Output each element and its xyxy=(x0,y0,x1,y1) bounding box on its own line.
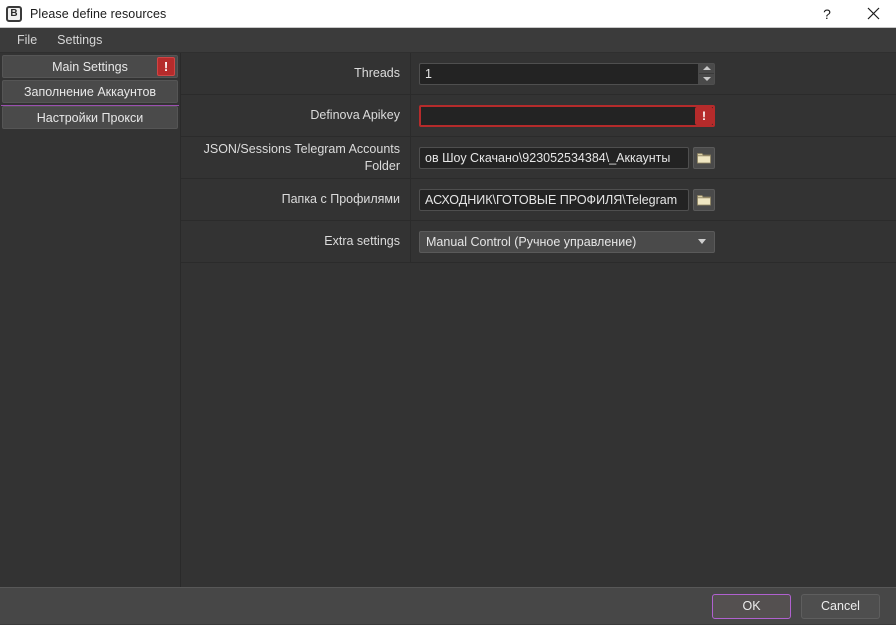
sidebar-item-main-settings[interactable]: Main Settings ! xyxy=(2,55,178,78)
sidebar-item-label: Main Settings xyxy=(52,59,128,74)
threads-spinner[interactable] xyxy=(698,63,714,84)
label-extra-settings: Extra settings xyxy=(181,221,411,262)
help-button[interactable]: ? xyxy=(804,0,850,28)
folder-icon xyxy=(697,194,711,205)
cancel-button[interactable]: Cancel xyxy=(801,593,880,619)
form-row-accounts-folder: JSON/Sessions Telegram Accounts Folder xyxy=(181,137,896,179)
sidebar-item-label: Настройки Прокси xyxy=(36,110,144,125)
accounts-folder-input[interactable] xyxy=(419,146,689,169)
accounts-folder-browse-button[interactable] xyxy=(693,146,715,169)
sidebar-item-proxy-settings[interactable]: Настройки Прокси xyxy=(2,106,178,129)
field-accounts-folder xyxy=(411,137,896,178)
threads-input[interactable] xyxy=(419,62,715,85)
spinner-down-button[interactable] xyxy=(699,73,714,84)
window-controls: ? xyxy=(804,0,896,28)
chevron-up-icon xyxy=(702,66,711,70)
label-accounts-folder: JSON/Sessions Telegram Accounts Folder xyxy=(181,137,411,178)
label-profiles-folder: Папка с Профилями xyxy=(181,179,411,220)
form-row-extra-settings: Extra settings Manual Control (Ручное уп… xyxy=(181,221,896,263)
error-badge-icon: ! xyxy=(695,106,713,125)
profiles-folder-browse-button[interactable] xyxy=(693,188,715,211)
main-area: Main Settings ! Заполнение Аккаунтов Нас… xyxy=(0,53,896,587)
sidebar-item-account-filling[interactable]: Заполнение Аккаунтов xyxy=(2,80,178,103)
sidebar-item-label: Заполнение Аккаунтов xyxy=(23,84,157,99)
label-threads: Threads xyxy=(181,53,411,94)
settings-form: Threads 1 Definova Apikey ! JSON/Session… xyxy=(181,53,896,587)
extra-settings-value: Manual Control (Ручное управление) xyxy=(426,234,637,249)
close-icon xyxy=(867,7,879,20)
spinner-up-button[interactable] xyxy=(699,63,714,74)
chevron-down-icon xyxy=(698,239,706,244)
form-row-threads: Threads xyxy=(181,53,896,95)
field-definova-apikey: ! xyxy=(411,95,896,136)
folder-icon xyxy=(697,152,711,163)
app-b-icon: B xyxy=(6,5,22,22)
menu-bar: File Settings xyxy=(0,28,896,53)
definova-apikey-input[interactable] xyxy=(419,104,715,127)
field-threads xyxy=(411,53,896,94)
title-bar: B Please define resources ? xyxy=(0,0,896,28)
close-button[interactable] xyxy=(850,0,896,28)
field-profiles-folder xyxy=(411,179,896,220)
extra-settings-select[interactable]: Manual Control (Ручное управление) xyxy=(419,230,715,253)
dialog-footer: OK Cancel xyxy=(0,587,896,624)
label-definova-apikey: Definova Apikey xyxy=(181,95,411,136)
form-row-profiles-folder: Папка с Профилями xyxy=(181,179,896,221)
form-empty-space xyxy=(181,263,896,587)
ok-button[interactable]: OK xyxy=(712,593,791,619)
sidebar: Main Settings ! Заполнение Аккаунтов Нас… xyxy=(0,53,181,587)
chevron-down-icon xyxy=(702,76,711,81)
profiles-folder-input[interactable] xyxy=(419,188,689,211)
field-extra-settings: Manual Control (Ручное управление) xyxy=(411,221,896,262)
warning-badge-icon: ! xyxy=(157,57,175,76)
form-row-definova-apikey: Definova Apikey ! xyxy=(181,95,896,137)
menu-settings[interactable]: Settings xyxy=(48,30,111,50)
menu-file[interactable]: File xyxy=(8,30,46,50)
window-title: Please define resources xyxy=(30,6,167,21)
